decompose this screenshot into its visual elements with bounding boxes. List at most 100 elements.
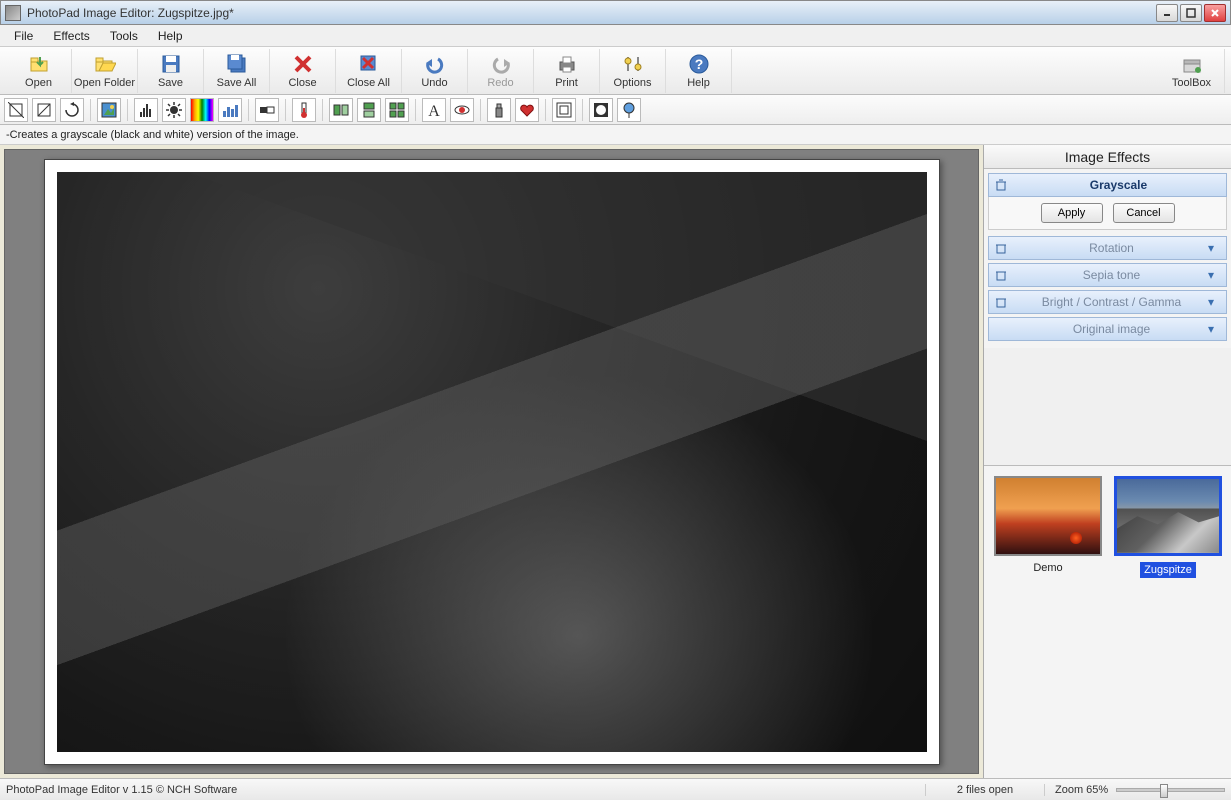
zoom-label: Zoom 65%: [1055, 784, 1108, 796]
thumb-zugspitze-image: [1114, 476, 1222, 556]
histogram-tool[interactable]: [218, 98, 242, 122]
options-button[interactable]: Options: [600, 49, 666, 93]
save-button[interactable]: Save: [138, 49, 204, 93]
vignette-icon: [593, 102, 609, 118]
heart-tool[interactable]: [515, 98, 539, 122]
window-title: PhotoPad Image Editor: Zugspitze.jpg*: [27, 6, 1156, 20]
rotate-tool[interactable]: [60, 98, 84, 122]
levels-tool[interactable]: [134, 98, 158, 122]
effects-panel-title: Image Effects: [984, 145, 1231, 169]
thermometer-icon: [296, 102, 312, 118]
redo-icon: [490, 53, 512, 75]
grid-tool[interactable]: [385, 98, 409, 122]
toolbox-button[interactable]: ToolBox: [1159, 49, 1225, 93]
open-folder-button[interactable]: Open Folder: [72, 49, 138, 93]
close-icon: [1210, 8, 1220, 18]
chevron-down-icon: ▾: [1208, 322, 1222, 336]
menu-effects[interactable]: Effects: [45, 27, 97, 45]
close-all-icon: [358, 53, 380, 75]
bars-icon: [222, 102, 238, 118]
help-icon: ?: [688, 53, 710, 75]
brightness-tool[interactable]: [162, 98, 186, 122]
minimize-icon: [1162, 8, 1172, 18]
save-all-button[interactable]: Save All: [204, 49, 270, 93]
close-button[interactable]: Close: [270, 49, 336, 93]
hue-tool[interactable]: [190, 98, 214, 122]
menu-help[interactable]: Help: [150, 27, 191, 45]
negative-icon: [259, 102, 275, 118]
effect-sepia[interactable]: Sepia tone ▾: [988, 263, 1227, 287]
border-tool[interactable]: [552, 98, 576, 122]
resize-tool[interactable]: [32, 98, 56, 122]
resize-icon: [36, 102, 52, 118]
border-icon: [556, 102, 572, 118]
options-icon: [622, 53, 644, 75]
flip-h-icon: [333, 102, 349, 118]
open-icon: [28, 53, 50, 75]
redeye-tool[interactable]: [450, 98, 474, 122]
folder-icon: [94, 53, 116, 75]
x-icon: [292, 53, 314, 75]
chevron-down-icon: ▾: [1208, 268, 1222, 282]
effects-list: Grayscale Apply Cancel Rotation ▾ Sepia …: [984, 169, 1231, 348]
vignette-tool[interactable]: [589, 98, 613, 122]
text-icon: A: [426, 102, 442, 118]
flip-v-tool[interactable]: [357, 98, 381, 122]
thumb-demo-image: [994, 476, 1102, 556]
canvas-image: [57, 172, 927, 752]
status-zoom: Zoom 65%: [1045, 784, 1225, 796]
trash-icon[interactable]: [993, 177, 1009, 193]
save-all-icon: [226, 53, 248, 75]
minimize-button[interactable]: [1156, 4, 1178, 22]
effect-rotation[interactable]: Rotation ▾: [988, 236, 1227, 260]
negative-tool[interactable]: [255, 98, 279, 122]
flip-h-tool[interactable]: [329, 98, 353, 122]
heart-icon: [519, 102, 535, 118]
temperature-tool[interactable]: [292, 98, 316, 122]
close-window-button[interactable]: [1204, 4, 1226, 22]
thumb-zugspitze[interactable]: Zugspitze: [1114, 476, 1222, 578]
svg-text:A: A: [428, 103, 440, 118]
eye-icon: [454, 102, 470, 118]
help-button[interactable]: ? Help: [666, 49, 732, 93]
trash-icon[interactable]: [993, 240, 1009, 256]
effect-original[interactable]: Original image ▾: [988, 317, 1227, 341]
effect-grayscale[interactable]: Grayscale: [988, 173, 1227, 197]
print-button[interactable]: Print: [534, 49, 600, 93]
zoom-slider-handle[interactable]: [1160, 784, 1168, 798]
maximize-button[interactable]: [1180, 4, 1202, 22]
spray-tool[interactable]: [487, 98, 511, 122]
trash-icon[interactable]: [993, 267, 1009, 283]
save-icon: [160, 53, 182, 75]
apply-button[interactable]: Apply: [1041, 203, 1103, 223]
zoom-slider[interactable]: [1116, 788, 1225, 792]
status-version: PhotoPad Image Editor v 1.15 © NCH Softw…: [6, 784, 925, 796]
grayscale-controls: Apply Cancel: [988, 197, 1227, 230]
spray-icon: [491, 102, 507, 118]
balloon-tool[interactable]: [617, 98, 641, 122]
levels-icon: [138, 102, 154, 118]
close-all-button[interactable]: Close All: [336, 49, 402, 93]
text-tool[interactable]: A: [422, 98, 446, 122]
thumb-demo[interactable]: Demo: [994, 476, 1102, 574]
color-tool[interactable]: [97, 98, 121, 122]
brightness-icon: [166, 102, 182, 118]
thumb-demo-label: Demo: [1029, 560, 1066, 576]
status-files-open: 2 files open: [925, 784, 1045, 796]
redo-button[interactable]: Redo: [468, 49, 534, 93]
trash-icon[interactable]: [993, 294, 1009, 310]
open-button[interactable]: Open: [6, 49, 72, 93]
crop-tool[interactable]: [4, 98, 28, 122]
undo-button[interactable]: Undo: [402, 49, 468, 93]
side-panel: Image Effects Grayscale Apply Cancel Rot…: [983, 145, 1231, 778]
svg-text:?: ?: [694, 56, 703, 72]
maximize-icon: [1186, 8, 1196, 18]
menu-bar: File Effects Tools Help: [0, 25, 1231, 47]
effect-bcg[interactable]: Bright / Contrast / Gamma ▾: [988, 290, 1227, 314]
chevron-down-icon: ▾: [1208, 241, 1222, 255]
menu-file[interactable]: File: [6, 27, 41, 45]
cancel-button[interactable]: Cancel: [1113, 203, 1175, 223]
grid-icon: [389, 102, 405, 118]
canvas-area[interactable]: [4, 149, 979, 774]
menu-tools[interactable]: Tools: [102, 27, 146, 45]
